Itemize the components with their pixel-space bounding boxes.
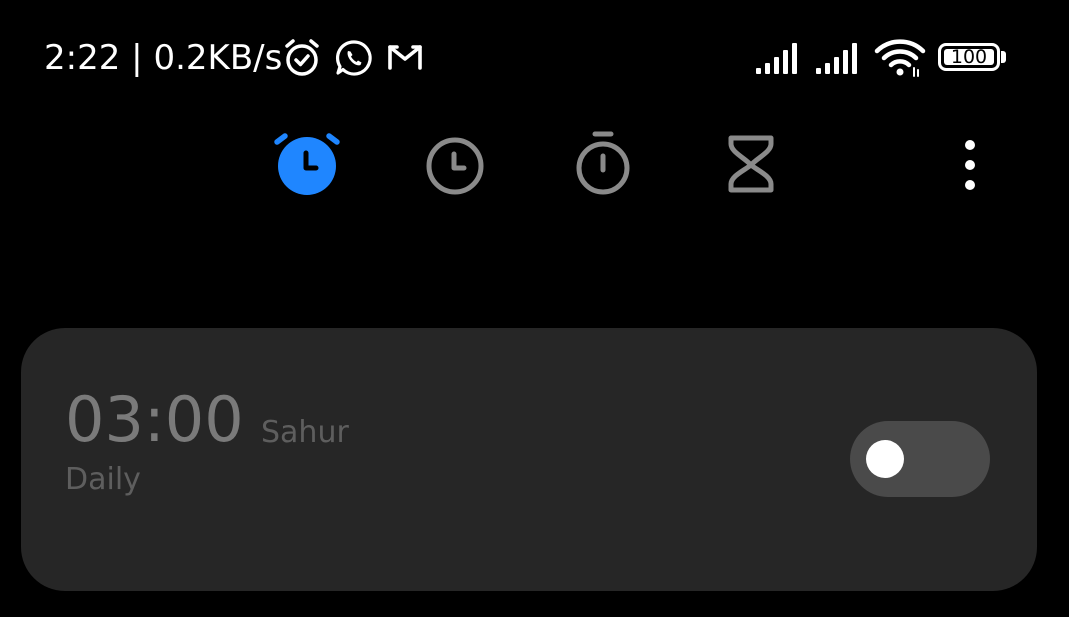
tab-clock[interactable]	[419, 128, 491, 200]
toggle-knob	[866, 440, 904, 478]
alarm-card[interactable]: 03:00 Sahur Daily	[21, 328, 1037, 591]
clock-icon	[426, 137, 484, 195]
alarm-icon	[274, 133, 340, 195]
alarm-toggle[interactable]	[850, 421, 990, 497]
status-time: 2:22	[44, 38, 121, 78]
wifi-icon	[874, 38, 926, 78]
gmail-icon	[385, 38, 425, 78]
more-vertical-icon	[965, 140, 975, 190]
status-bar: 2:22 | 0.2KB/s 100	[0, 0, 1069, 110]
status-time-and-speed: 2:22 | 0.2KB/s	[44, 36, 282, 80]
alarm-time: 03:00	[65, 383, 244, 456]
tab-stopwatch[interactable]	[567, 128, 639, 200]
alarm-label: Sahur	[261, 415, 349, 450]
whatsapp-icon	[334, 38, 374, 78]
alarm-repeat: Daily	[65, 462, 141, 497]
battery-icon: 100	[938, 43, 1000, 71]
battery-tip	[1001, 51, 1006, 63]
stopwatch-icon	[576, 131, 630, 195]
hourglass-icon	[728, 135, 774, 193]
alarm-icon	[282, 38, 322, 78]
tab-timer[interactable]	[715, 128, 787, 200]
more-options-button[interactable]	[950, 136, 990, 194]
battery-level: 100	[950, 46, 988, 68]
status-separator: |	[131, 38, 143, 78]
signal-icon	[754, 40, 804, 76]
tab-alarm[interactable]	[271, 128, 343, 200]
status-network-speed: 0.2KB/s	[153, 38, 283, 78]
signal-icon	[814, 40, 864, 76]
